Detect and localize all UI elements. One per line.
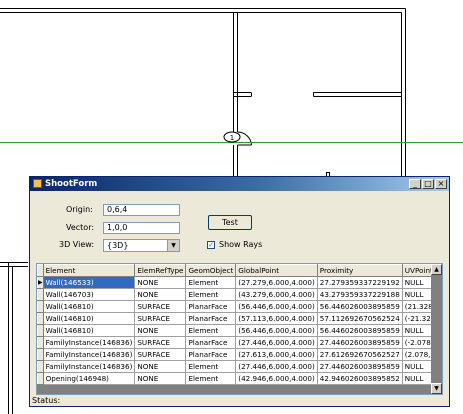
- table-row[interactable]: FamilyInstance(146836) SURFACE PlanarFac…: [37, 336, 442, 349]
- column-header-element[interactable]: Element: [42, 264, 136, 277]
- table-row[interactable]: Wall(146810) NONE Element (56.446,6.000,…: [37, 324, 442, 337]
- table-cell[interactable]: PlanarFace: [185, 312, 237, 325]
- origin-label: Origin:: [66, 205, 93, 214]
- view-label: 3D View:: [59, 240, 95, 249]
- table-cell[interactable]: 27.446026003895859: [316, 360, 403, 373]
- table-cell[interactable]: NONE: [134, 360, 187, 373]
- table-cell[interactable]: (27.446,6.000,4.000): [235, 360, 318, 373]
- table-cell[interactable]: (56.446,6.000,4.000): [235, 300, 318, 313]
- table-cell[interactable]: Wall(146810): [42, 300, 136, 313]
- table-cell[interactable]: 27.612692670562527: [316, 348, 403, 361]
- app-icon: [33, 179, 42, 188]
- table-row[interactable]: Wall(146810) SURFACE PlanarFace (56.446,…: [37, 300, 442, 313]
- chevron-down-icon[interactable]: ▼: [167, 240, 179, 251]
- table-cell[interactable]: 42.946026003895852: [316, 372, 403, 385]
- table-cell[interactable]: 57.112692670562524: [316, 312, 403, 325]
- status-label: Status:: [32, 396, 61, 405]
- test-button[interactable]: Test: [208, 215, 252, 230]
- table-cell[interactable]: (27.446,6.000,4.000): [235, 336, 318, 349]
- table-cell[interactable]: PlanarFace: [185, 336, 237, 349]
- table-cell[interactable]: NONE: [134, 372, 187, 385]
- origin-field[interactable]: 0,6,4: [103, 204, 180, 216]
- view-dropdown-value: {3D}: [107, 241, 129, 250]
- table-cell[interactable]: Wall(146810): [42, 324, 136, 337]
- scroll-down-button[interactable]: ▼: [431, 383, 442, 394]
- table-cell[interactable]: SURFACE: [134, 300, 187, 313]
- table-cell[interactable]: (56.446,6.000,4.000): [235, 324, 318, 337]
- show-rays-checkbox[interactable]: ✓: [207, 241, 215, 249]
- table-cell[interactable]: SURFACE: [134, 348, 187, 361]
- table-cell[interactable]: FamilyInstance(146836): [42, 348, 136, 361]
- results-table: Element ElemRefType GeomObject GlobalPoi…: [37, 264, 442, 385]
- table-cell[interactable]: NONE: [134, 288, 187, 301]
- table-cell[interactable]: 56.446026003895859: [316, 324, 403, 337]
- table-cell[interactable]: SURFACE: [134, 336, 187, 349]
- table-cell[interactable]: FamilyInstance(146836): [42, 336, 136, 349]
- table-row[interactable]: Wall(146810) SURFACE PlanarFace (57.113,…: [37, 312, 442, 325]
- table-cell[interactable]: Element: [185, 276, 237, 289]
- table-row[interactable]: FamilyInstance(146836) SURFACE PlanarFac…: [37, 348, 442, 361]
- close-button[interactable]: ×: [435, 179, 447, 189]
- table-cell[interactable]: PlanarFace: [185, 348, 237, 361]
- table-row[interactable]: Opening(146948) NONE Element (42.946,6.0…: [37, 372, 442, 385]
- scroll-thumb[interactable]: [431, 275, 442, 383]
- table-cell[interactable]: Element: [185, 360, 237, 373]
- column-header-proximity[interactable]: Proximity: [316, 264, 403, 277]
- table-cell[interactable]: FamilyInstance(146836): [42, 360, 136, 373]
- table-cell[interactable]: 43.279359337229188: [316, 288, 403, 301]
- table-cell[interactable]: (42.946,6.000,4.000): [235, 372, 318, 385]
- scroll-up-button[interactable]: ▲: [431, 264, 442, 275]
- view-dropdown[interactable]: {3D} ▼: [103, 239, 180, 252]
- vector-field[interactable]: 1,0,0: [103, 222, 180, 234]
- table-cell[interactable]: NONE: [134, 276, 187, 289]
- table-cell[interactable]: (27.279,6.000,4.000): [235, 276, 318, 289]
- table-cell[interactable]: Element: [185, 324, 237, 337]
- title-bar[interactable]: ShootForm _ □ ×: [30, 177, 449, 191]
- current-row-indicator[interactable]: ▶: [37, 276, 44, 289]
- table-cell[interactable]: Wall(146810): [42, 312, 136, 325]
- door-tag-number: 1: [230, 134, 234, 142]
- table-cell[interactable]: NONE: [134, 324, 187, 337]
- table-cell[interactable]: Element: [185, 288, 237, 301]
- column-header-geomobject[interactable]: GeomObject: [185, 264, 237, 277]
- results-grid: Element ElemRefType GeomObject GlobalPoi…: [36, 263, 443, 395]
- table-cell[interactable]: Wall(146703): [42, 288, 136, 301]
- table-cell[interactable]: (57.113,6.000,4.000): [235, 312, 318, 325]
- vertical-scrollbar[interactable]: ▲ ▼: [431, 264, 442, 394]
- show-rays-label: Show Rays: [219, 240, 263, 249]
- table-row[interactable]: ▶ Wall(146533) NONE Element (27.279,6.00…: [37, 276, 442, 289]
- column-header-globalpoint[interactable]: GlobalPoint: [235, 264, 318, 277]
- status-bar: Status:: [32, 395, 447, 406]
- vector-label: Vector:: [66, 223, 95, 232]
- table-cell[interactable]: PlanarFace: [185, 300, 237, 313]
- table-cell[interactable]: 56.446026003895859: [316, 300, 403, 313]
- table-cell[interactable]: 27.446026003895859: [316, 336, 403, 349]
- maximize-button[interactable]: □: [422, 179, 434, 189]
- table-cell[interactable]: Element: [185, 372, 237, 385]
- column-header-elemreftype[interactable]: ElemRefType: [134, 264, 187, 277]
- table-cell[interactable]: (43.279,6.000,4.000): [235, 288, 318, 301]
- table-cell[interactable]: Opening(146948): [42, 372, 136, 385]
- table-cell[interactable]: SURFACE: [134, 312, 187, 325]
- window-title: ShootForm: [45, 179, 98, 189]
- shoot-form-window: ShootForm _ □ × Origin: 0,6,4 Vector: 1,…: [29, 176, 450, 407]
- table-cell[interactable]: Wall(146533): [42, 276, 136, 289]
- table-row[interactable]: Wall(146703) NONE Element (43.279,6.000,…: [37, 288, 442, 301]
- header-row: Element ElemRefType GeomObject GlobalPoi…: [37, 264, 442, 277]
- minimize-button[interactable]: _: [409, 179, 421, 189]
- table-cell[interactable]: (27.613,6.000,4.000): [235, 348, 318, 361]
- table-cell[interactable]: 27.279359337229192: [316, 276, 403, 289]
- table-row[interactable]: FamilyInstance(146836) NONE Element (27.…: [37, 360, 442, 373]
